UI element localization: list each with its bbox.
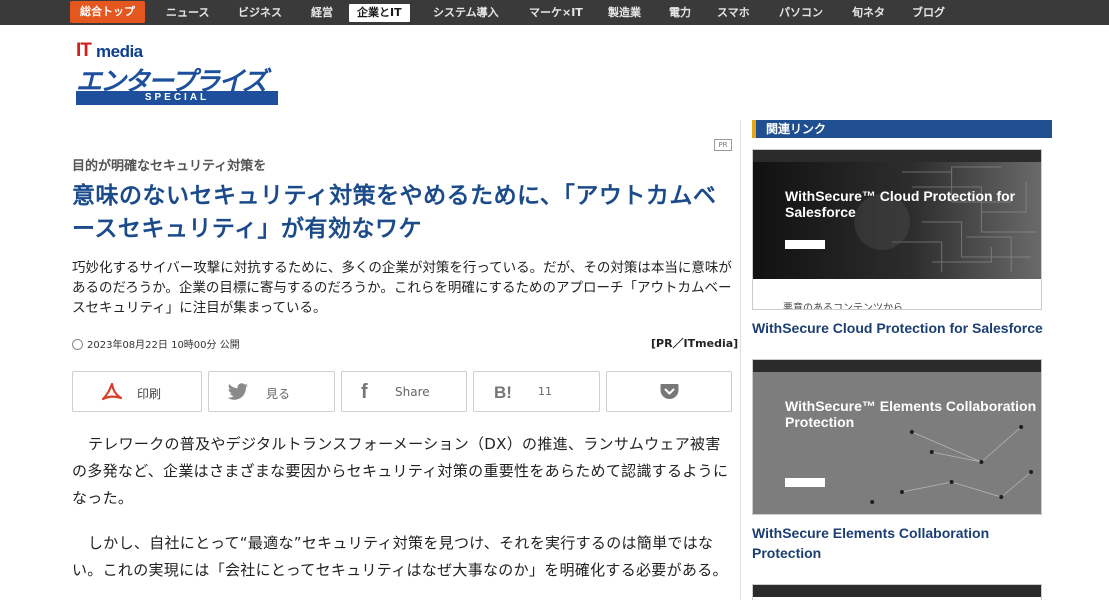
nav-item-top[interactable]: 総合トップ xyxy=(70,1,145,23)
facebook-label: Share xyxy=(395,385,430,399)
twitter-label: 見る xyxy=(266,387,291,401)
body-paragraph-2: しかし、自社にとって“最適な”セキュリティ対策を見つけ、それを実行するのは簡単で… xyxy=(72,534,728,579)
nav-item-trend[interactable]: 旬ネタ xyxy=(852,0,885,25)
pdf-icon xyxy=(101,383,123,401)
pocket-button[interactable] xyxy=(606,371,732,412)
nav-item-pc[interactable]: パソコン xyxy=(779,0,823,25)
nav-item-marketing[interactable]: マーケ×IT xyxy=(529,0,583,25)
twitter-bird-icon xyxy=(227,383,248,400)
publish-date: 2023年08月22日 10時00分 公開 xyxy=(72,336,240,351)
related-thumbnail-1[interactable]: WithSecure™ Cloud Protection for Salesfo… xyxy=(752,149,1042,310)
circuit-board-image xyxy=(753,162,1041,279)
nav-item-smartphone[interactable]: スマホ xyxy=(717,0,750,25)
column-divider xyxy=(740,120,741,600)
related-links-heading: 関連リンク xyxy=(752,120,1052,138)
logo-special-band: SPECIAL xyxy=(76,91,278,105)
thumbnail-site-header xyxy=(753,150,1041,162)
article-source: [PR／ITmedia] xyxy=(651,337,739,350)
thumbnail-headline-1: WithSecure™ Cloud Protection for Salesfo… xyxy=(785,188,1016,220)
clock-icon xyxy=(72,339,83,350)
nav-item-system[interactable]: システム導入 xyxy=(433,0,499,25)
network-people-image xyxy=(753,372,1041,514)
thumbnail-cta-1 xyxy=(785,240,825,249)
article-lead: 巧妙化するサイバー攻撃に対抗するために、多くの企業が対策を行っている。だが、その… xyxy=(72,260,732,316)
nav-item-news[interactable]: ニュース xyxy=(166,0,209,25)
related-link-1[interactable]: WithSecure Cloud Protection for Salesfor… xyxy=(752,318,1052,338)
nav-item-manufacturing[interactable]: 製造業 xyxy=(608,0,641,25)
thumbnail-headline-2: WithSecure™ Elements Collaboration Prote… xyxy=(785,398,1037,430)
article-title: 意味のないセキュリティ対策をやめるために、「アウトカムベースセキュリティ」が有効… xyxy=(72,183,717,242)
print-button[interactable]: 印刷 xyxy=(72,371,202,412)
hatena-count: 11 xyxy=(538,385,552,398)
hatena-button[interactable]: B! 11 xyxy=(473,371,600,412)
nav-item-business[interactable]: ビジネス xyxy=(238,0,282,25)
article-subtitle: 目的が明確なセキュリティ対策を xyxy=(72,159,267,174)
related-link-2[interactable]: WithSecure Elements Collaboration Protec… xyxy=(752,523,1052,563)
pr-badge: PR xyxy=(714,139,732,151)
thumbnail-site-header xyxy=(753,585,1041,597)
pocket-icon xyxy=(660,384,679,399)
site-logo[interactable]: IT media エンタープライズ SPECIAL xyxy=(76,40,278,106)
thumbnail-note-1: 悪意のあるコンテンツから xyxy=(783,303,903,310)
nav-item-enterprise-it[interactable]: 企業とIT xyxy=(349,4,410,22)
logo-it: IT xyxy=(76,40,92,61)
related-thumbnail-3[interactable] xyxy=(752,584,1042,600)
nav-item-management[interactable]: 経営 xyxy=(311,0,333,25)
thumbnail-cta-2 xyxy=(785,478,825,487)
logo-media: media xyxy=(96,42,143,61)
facebook-icon: f xyxy=(361,381,368,403)
related-thumbnail-2[interactable]: WithSecure™ Elements Collaboration Prote… xyxy=(752,359,1042,515)
nav-item-power[interactable]: 電力 xyxy=(669,0,691,25)
nav-item-blog[interactable]: ブログ xyxy=(912,0,945,25)
body-paragraph-1: テレワークの普及やデジタルトランスフォーメーション（DX）の推進、ランサムウェア… xyxy=(72,435,729,507)
facebook-button[interactable]: f Share xyxy=(341,371,467,412)
thumbnail-lower-section: 悪意のあるコンテンツから xyxy=(753,279,1041,310)
publish-date-text: 2023年08月22日 10時00分 公開 xyxy=(87,340,240,351)
global-nav: 総合トップ ニュース ビジネス 経営 企業とIT システム導入 マーケ×IT 製… xyxy=(0,0,1109,25)
twitter-button[interactable]: 見る xyxy=(208,371,335,412)
thumbnail-site-header xyxy=(753,360,1041,372)
print-label: 印刷 xyxy=(137,387,162,401)
hatena-bookmark-icon: B! xyxy=(494,383,512,402)
